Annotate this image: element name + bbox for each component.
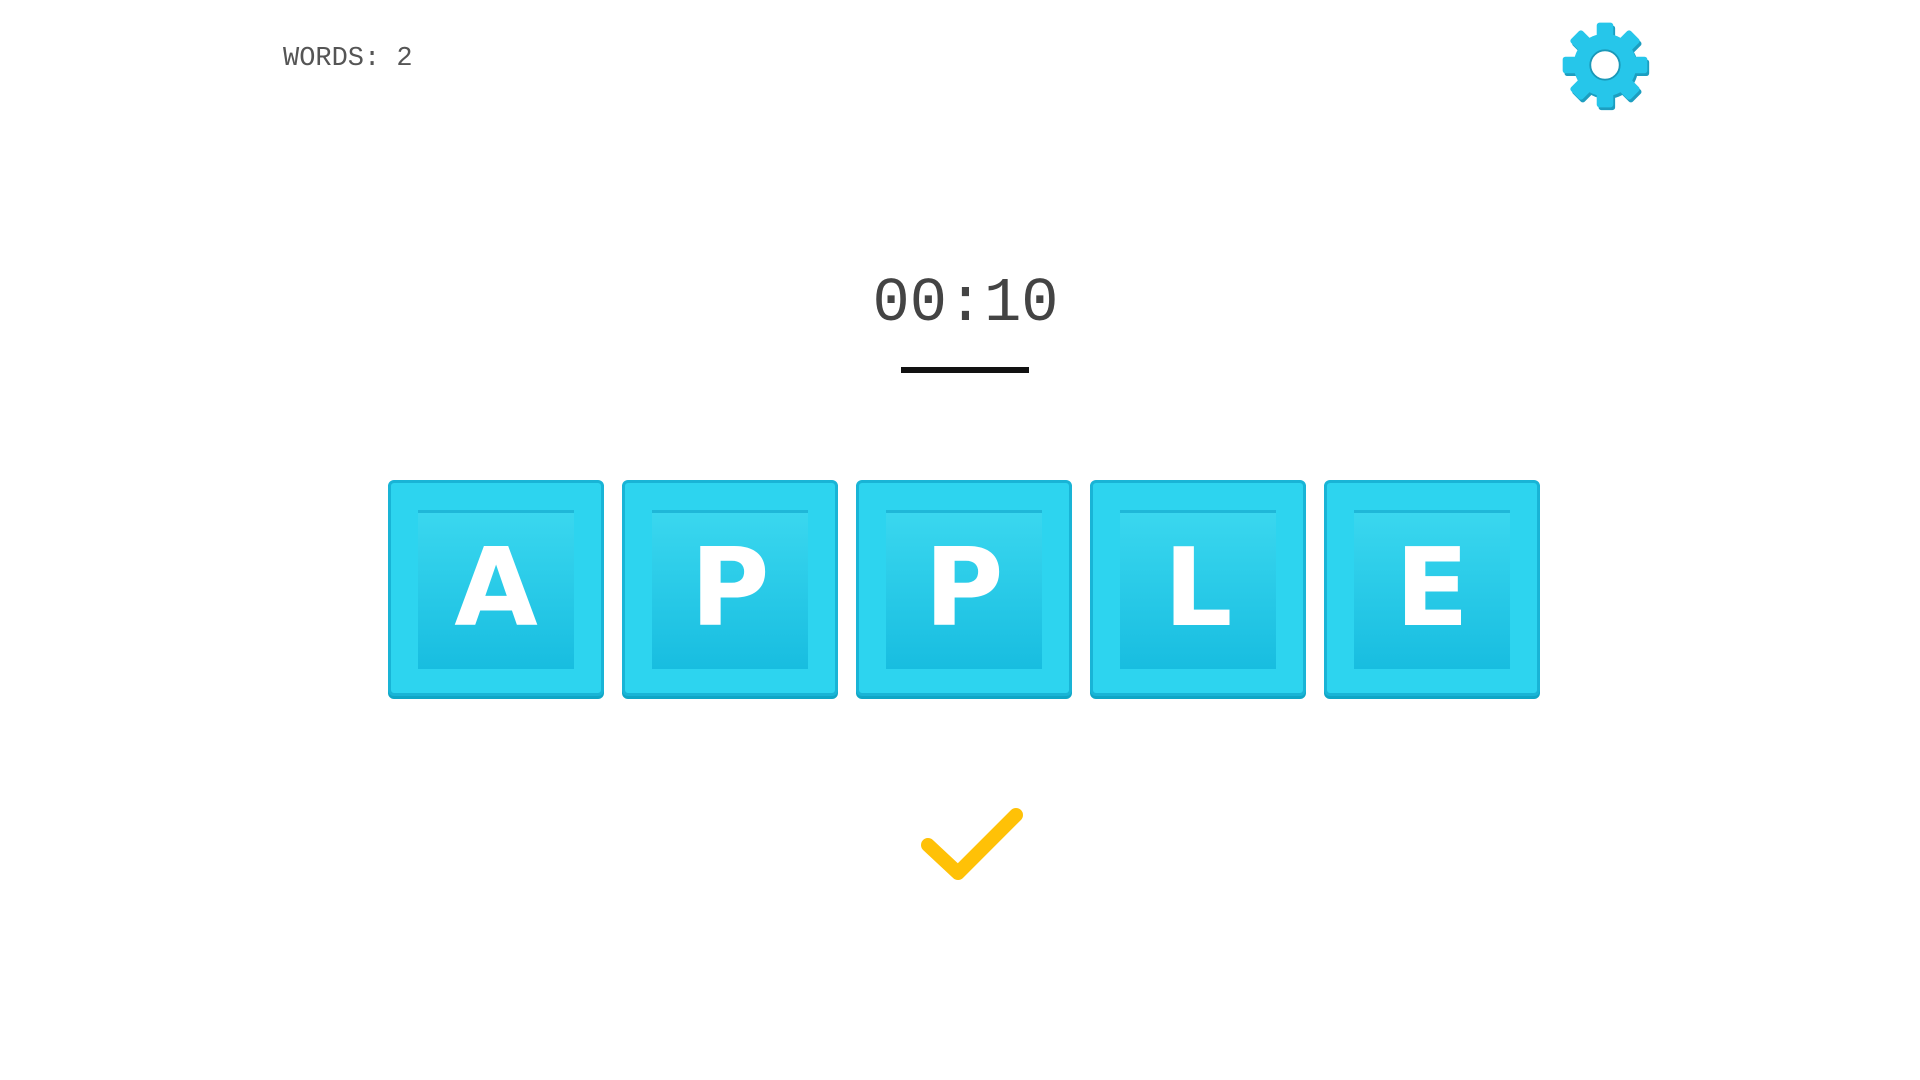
tile-letter: P xyxy=(924,525,1004,651)
letter-tile[interactable]: P xyxy=(856,480,1072,696)
tile-letter: A xyxy=(454,525,538,651)
tile-letter: E xyxy=(1395,525,1469,651)
tile-letter: P xyxy=(690,525,770,651)
words-counter: WORDS: 2 xyxy=(283,44,413,74)
game-screen: WORDS: 2 00:10 A P P L E xyxy=(0,0,1920,1080)
letter-tiles: A P P L E xyxy=(388,480,1540,696)
settings-button[interactable] xyxy=(1559,19,1651,111)
timer-underline xyxy=(901,367,1029,373)
letter-tile[interactable]: E xyxy=(1324,480,1540,696)
gear-icon xyxy=(1562,22,1650,111)
letter-tile[interactable]: P xyxy=(622,480,838,696)
checkmark-icon xyxy=(921,808,1023,880)
submit-button[interactable] xyxy=(920,805,1024,885)
timer: 00:10 xyxy=(872,268,1059,339)
tile-letter: L xyxy=(1163,525,1233,651)
letter-tile[interactable]: L xyxy=(1090,480,1306,696)
letter-tile[interactable]: A xyxy=(388,480,604,696)
